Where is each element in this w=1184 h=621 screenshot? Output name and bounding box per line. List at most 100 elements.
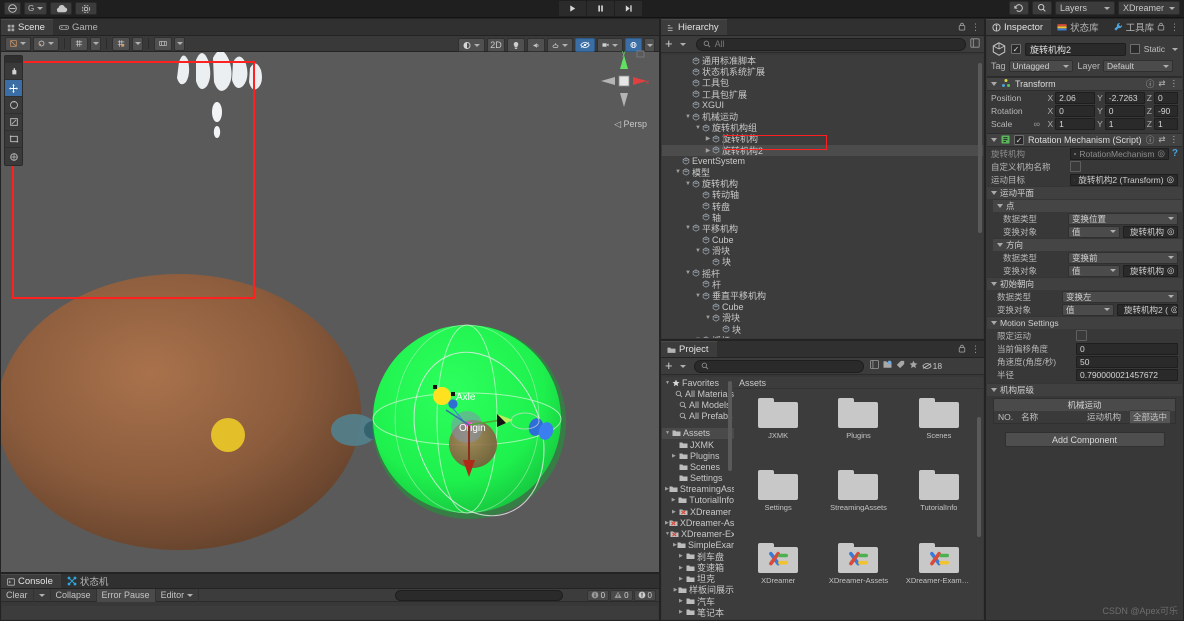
project-tree-item[interactable]: ▶ TutorialInfo [662, 495, 734, 506]
scene-visibility-toggle[interactable] [575, 38, 595, 52]
asset-item[interactable]: Settings [738, 468, 818, 540]
chevron-down-icon[interactable]: ▼ [684, 181, 692, 187]
asset-item[interactable]: XDreamer-Examp... [899, 541, 979, 613]
hierarchy-item[interactable]: Cube [662, 301, 983, 312]
scene-viewport[interactable]: Axle Origin [1, 52, 659, 572]
rotation-mechanism-component-header[interactable]: ✓ Rotation Mechanism (Script) ⓘ ⇄ ⋮ [987, 133, 1182, 147]
point-foldout[interactable]: 点 [993, 199, 1182, 212]
chevron-down-icon[interactable] [997, 243, 1003, 247]
initial-transform-object-field[interactable]: 旋转机构2 ( ◎ [1117, 303, 1178, 316]
scale-tool[interactable] [5, 114, 22, 131]
console-log-list[interactable] [2, 606, 658, 619]
project-tree-item[interactable]: ▶ XDreamer [662, 506, 734, 517]
project-tree-item[interactable]: ▶ XDreamer-As [662, 517, 734, 528]
position-x-field[interactable]: 2.06 [1055, 91, 1096, 104]
chevron-right-icon[interactable]: ▶ [679, 576, 686, 582]
hierarchy-item[interactable]: ▼ 机械运动 [662, 111, 983, 122]
hierarchy-item[interactable]: 转盘 [662, 200, 983, 212]
projection-mode-label[interactable]: ◁ Persp [614, 119, 647, 130]
clear-dropdown[interactable] [34, 588, 51, 602]
chevron-down-icon[interactable] [991, 191, 997, 195]
snap-grid-button[interactable] [70, 36, 88, 51]
chevron-right-icon[interactable]: ▶ [704, 135, 712, 142]
hand-tool[interactable] [5, 63, 22, 80]
angular-speed-field[interactable]: 50 [1076, 355, 1178, 368]
motion-settings-foldout[interactable]: Motion Settings [987, 316, 1182, 329]
chevron-right-icon[interactable]: ▶ [679, 553, 686, 559]
grid-dropdown[interactable] [132, 36, 143, 51]
warning-count[interactable]: 0 [610, 589, 633, 601]
radius-field[interactable]: 0.790000021457672 [1076, 368, 1178, 381]
transform-tool[interactable] [5, 148, 22, 165]
chevron-down-icon[interactable] [997, 204, 1003, 208]
direction-datatype-dropdown[interactable]: 变换前 [1068, 251, 1178, 264]
project-tree-item[interactable]: ▶ StreamingAss [662, 484, 734, 495]
hierarchy-item[interactable]: 块 [662, 324, 983, 335]
object-picker-icon[interactable]: ◎ [1167, 227, 1174, 237]
hierarchy-item[interactable]: ▼ 旋转机构 [662, 178, 983, 189]
tab-state-library[interactable]: 状态库 [1051, 19, 1107, 35]
hierarchy-menu-icon[interactable]: ⋮ [971, 22, 980, 33]
chevron-down-icon[interactable] [991, 282, 997, 286]
hierarchy-item[interactable]: ▼ 滑块 [662, 245, 983, 256]
scale-x-field[interactable]: 1 [1055, 117, 1096, 130]
hierarchy-item[interactable]: Cube [662, 234, 983, 245]
play-button[interactable] [559, 1, 586, 16]
help-question-icon[interactable]: ? [1172, 148, 1178, 159]
inspector-menu-icon[interactable]: ⋮ [1170, 22, 1179, 33]
scene-fx-dropdown[interactable] [547, 38, 573, 52]
scale-z-field[interactable]: 1 [1154, 117, 1178, 130]
tab-state-machine[interactable]: 状态机 [60, 574, 117, 588]
rotate-tool[interactable] [5, 97, 22, 114]
chevron-down-icon[interactable]: ▼ [694, 337, 702, 338]
motion-plane-foldout[interactable]: 运动平面 [987, 186, 1182, 199]
label-icon[interactable] [896, 360, 905, 372]
chevron-down-icon[interactable] [991, 321, 997, 325]
scale-y-field[interactable]: 1 [1104, 117, 1145, 130]
asset-item[interactable]: XDreamer-Assets [818, 541, 898, 613]
hidden-packages-badge[interactable]: 18 [921, 361, 942, 371]
component-enabled-checkbox[interactable]: ✓ [1014, 135, 1024, 145]
tab-hierarchy[interactable]: Hierarchy [661, 19, 727, 35]
favorite-star-icon[interactable] [909, 360, 918, 372]
hierarchy-item[interactable]: ▼ 旋转机构组 [662, 122, 983, 133]
scene-audio-toggle[interactable] [527, 38, 545, 52]
component-menu-icon[interactable]: ⋮ [1170, 78, 1179, 90]
tab-console[interactable]: Console [1, 574, 61, 588]
hierarchy-item[interactable]: 转动轴 [662, 189, 983, 200]
component-tools-dropdown[interactable] [174, 36, 185, 51]
chevron-right-icon[interactable]: ▶ [672, 509, 679, 515]
2d-toggle[interactable]: 2D [487, 38, 505, 52]
initial-datatype-dropdown[interactable]: 变换左 [1062, 290, 1178, 303]
project-tree-item[interactable]: All Prefabs [662, 411, 734, 422]
chevron-down-icon[interactable]: ▼ [694, 248, 702, 254]
hierarchy-tree[interactable]: 通用标准脚本 状态机系统扩展 工具包 工具包扩展 XGUI ▼ 机械运动 ▼ 旋转机构组 ▶ 旋转机… [662, 55, 983, 338]
chevron-down-icon[interactable]: ▼ [684, 270, 692, 276]
asset-item[interactable]: XDreamer [738, 541, 818, 613]
collab-button[interactable]: G [24, 2, 48, 15]
asset-item[interactable]: StreamingAssets [818, 468, 898, 540]
hierarchy-item[interactable]: ▼ 平移机构 [662, 223, 983, 234]
gameobject-name-field[interactable]: 旋转机构2 [1025, 42, 1126, 56]
draw-mode-dropdown[interactable] [5, 36, 31, 51]
tab-project[interactable]: Project [661, 341, 717, 357]
hierarchy-item[interactable]: ▼ 垂直平移机构 [662, 290, 983, 301]
chevron-down-icon[interactable]: ▼ [694, 125, 702, 131]
direction-transform-dropdown[interactable]: 值 [1068, 264, 1120, 277]
scene-lighting-toggle[interactable] [507, 38, 525, 52]
position-y-field[interactable]: -2.7263 [1104, 91, 1145, 104]
static-checkbox[interactable] [1129, 44, 1140, 54]
rect-tool[interactable] [5, 131, 22, 148]
project-tree-item[interactable]: Settings [662, 473, 734, 484]
project-search-input[interactable] [693, 359, 864, 373]
error-pause-button[interactable]: Error Pause [96, 588, 156, 602]
tab-scene[interactable]: Scene [1, 19, 53, 35]
chevron-down-icon[interactable] [991, 138, 997, 142]
account-icon[interactable] [4, 2, 21, 15]
hierarchy-item[interactable]: ▼ 摇杆 [662, 335, 983, 338]
project-tree-item[interactable]: ▼ XDreamer-Ex [662, 528, 734, 539]
scene-lighting-dropdown[interactable] [33, 36, 59, 51]
hierarchy-item[interactable]: 工具包扩展 [662, 89, 983, 100]
project-asset-grid[interactable]: JXMK Plugins Scenes Settings StreamingAssets… [734, 390, 983, 619]
collapse-button[interactable]: Collapse [51, 588, 97, 602]
